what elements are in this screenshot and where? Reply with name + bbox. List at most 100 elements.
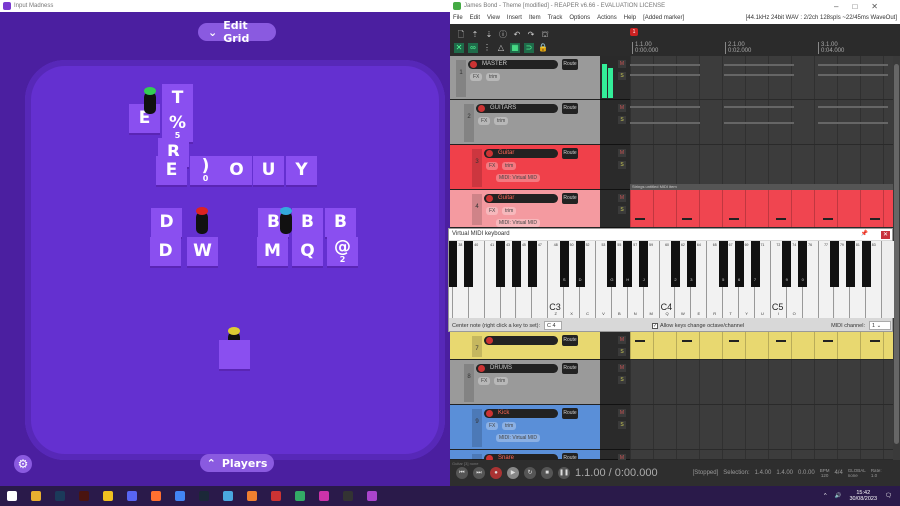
track-name[interactable]: Guitar <box>484 194 558 203</box>
snap-grid-icon[interactable]: ▦ <box>510 43 520 53</box>
metronome-icon[interactable]: ⛫ <box>540 30 550 40</box>
solo-button[interactable]: S <box>618 348 626 356</box>
steam-icon[interactable] <box>199 491 209 501</box>
app-pink-icon[interactable] <box>319 491 329 501</box>
track-name[interactable]: Guitar <box>484 149 558 158</box>
chrome-icon[interactable] <box>175 491 185 501</box>
mute-button[interactable]: M <box>618 104 626 112</box>
fx-button[interactable]: FX <box>470 73 483 81</box>
close-icon[interactable]: ✕ <box>881 231 890 239</box>
gear-icon[interactable]: ⚙ <box>14 455 32 473</box>
envelope-link-icon[interactable]: △ <box>496 43 506 53</box>
track-name[interactable]: GUITARS <box>476 104 558 113</box>
route-button[interactable]: Route <box>562 103 578 114</box>
black-key[interactable]: 2 <box>671 241 680 287</box>
arrange-lane[interactable] <box>630 360 893 405</box>
track-row[interactable]: 4 Guitar Route FX trim MIDI: Virtual MID <box>450 190 600 228</box>
file-explorer-icon[interactable] <box>31 491 41 501</box>
menu-options[interactable]: Options <box>569 15 590 21</box>
route-button[interactable]: Route <box>562 408 578 419</box>
app-red-icon[interactable] <box>271 491 281 501</box>
track-row[interactable]: 3 Guitar Route FX trim MIDI: Virtual MID <box>450 145 600 190</box>
illustrator-icon[interactable] <box>79 491 89 501</box>
auto-crossfade-icon[interactable]: ✕ <box>454 43 464 53</box>
fx-button[interactable]: FX <box>486 162 499 170</box>
piano-keys[interactable]: 36238404143454748ZC350X52C53V55B57N59M60… <box>449 241 894 318</box>
window-controls[interactable]: –□✕ <box>834 2 892 11</box>
selection-end[interactable]: 1.4.00 <box>776 470 793 476</box>
trim-button[interactable]: trim <box>502 162 517 170</box>
windows-start-icon[interactable] <box>7 491 17 501</box>
vertical-scrollbar[interactable] <box>893 56 900 460</box>
new-project-icon[interactable]: 🗋 <box>456 30 466 40</box>
black-key[interactable]: D <box>575 241 585 287</box>
volume-icon[interactable]: 🔊 <box>835 493 842 499</box>
selection-start[interactable]: 1.4.00 <box>755 470 772 476</box>
solo-button[interactable]: S <box>618 72 626 80</box>
fx-button[interactable]: FX <box>486 207 499 215</box>
black-key[interactable]: 9 <box>782 241 792 287</box>
repeat-icon[interactable]: ↻ <box>524 467 536 479</box>
solo-button[interactable]: S <box>618 116 626 124</box>
black-key[interactable]: 3 <box>686 241 696 287</box>
route-button[interactable]: Route <box>562 59 578 70</box>
track-name[interactable] <box>484 336 558 345</box>
input-madness-icon[interactable] <box>367 491 377 501</box>
route-button[interactable]: Route <box>562 148 578 159</box>
black-key[interactable] <box>464 241 474 287</box>
stop-icon[interactable]: ■ <box>541 467 553 479</box>
app-dark-icon[interactable] <box>343 491 353 501</box>
mute-button[interactable]: M <box>618 364 626 372</box>
arrange-lane[interactable]: Strings untitled MIDI item <box>630 184 893 228</box>
menu-item[interactable]: Item <box>529 15 541 21</box>
arrange-lane[interactable] <box>630 100 893 145</box>
arrange-lane[interactable] <box>630 450 893 460</box>
black-key[interactable]: J <box>639 241 649 287</box>
menu-actions[interactable]: Actions <box>597 15 617 21</box>
route-button[interactable]: Route <box>562 335 578 346</box>
save-project-icon[interactable]: ⇣ <box>484 30 494 40</box>
trim-button[interactable]: trim <box>486 73 501 81</box>
trim-button[interactable]: trim <box>502 422 517 430</box>
black-key[interactable]: 7 <box>750 241 760 287</box>
black-key[interactable]: 0 <box>798 241 808 287</box>
track-row[interactable]: 9 Kick Route FX trim MIDI: Virtual MID <box>450 405 600 450</box>
menu-edit[interactable]: Edit <box>470 15 480 21</box>
clock[interactable]: 15:42 30/08/2023 <box>849 490 877 502</box>
ripple-link-icon[interactable]: ∞ <box>468 43 478 53</box>
track-row[interactable]: 1 MASTER Route FX trim <box>450 56 600 100</box>
black-key[interactable]: S <box>559 241 569 287</box>
black-key[interactable]: G <box>607 241 617 287</box>
grid-icon[interactable]: ⋮ <box>482 43 492 53</box>
chevron-up-icon[interactable]: ^ <box>824 493 827 499</box>
record-icon[interactable]: ● <box>490 467 502 479</box>
mute-button[interactable]: M <box>618 60 626 68</box>
audio-status[interactable]: [44.1kHz 24bit WAV : 2/2ch 128spls ~22/4… <box>746 15 900 21</box>
black-key[interactable] <box>845 241 855 287</box>
menu-view[interactable]: View <box>487 15 500 21</box>
blender-icon[interactable] <box>247 491 257 501</box>
midi-channel-select[interactable]: 1 ⌄ <box>869 321 891 330</box>
black-key[interactable] <box>830 241 839 287</box>
track-name[interactable]: Kick <box>484 409 558 418</box>
track-row[interactable]: 7 Route <box>450 332 600 360</box>
mute-button[interactable]: M <box>618 409 626 417</box>
sticky-notes-icon[interactable] <box>103 491 113 501</box>
pin-icon[interactable]: 📌 <box>861 229 868 240</box>
edit-grid-button[interactable]: ⌄ Edit Grid <box>198 19 276 45</box>
rate-field[interactable]: Rate: 1.0 <box>871 468 882 478</box>
trim-button[interactable]: trim <box>494 117 509 125</box>
marker-1[interactable]: 1 <box>630 28 638 36</box>
fx-button[interactable]: FX <box>478 377 491 385</box>
solo-button[interactable]: S <box>618 161 626 169</box>
maps-icon[interactable] <box>223 491 233 501</box>
solo-button[interactable]: S <box>618 206 626 214</box>
arrange-lane[interactable] <box>630 332 893 360</box>
black-key[interactable] <box>512 241 521 287</box>
track-name[interactable]: MASTER <box>468 60 558 69</box>
center-note-input[interactable]: C 4 <box>544 321 563 330</box>
black-key[interactable]: H <box>623 241 633 287</box>
menu-file[interactable]: File <box>453 15 463 21</box>
go-start-icon[interactable]: ⏮ <box>456 467 468 479</box>
discord-icon[interactable] <box>127 491 137 501</box>
